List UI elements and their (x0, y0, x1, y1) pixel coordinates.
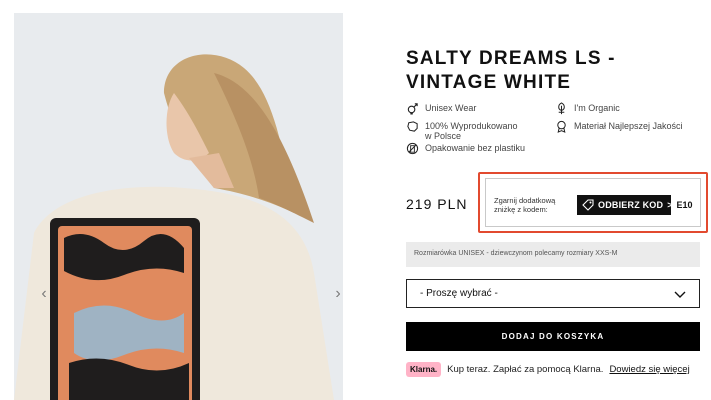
promo-box: Zgarnij dodatkową zniżkę z kodem: ODBIER… (485, 178, 701, 227)
size-select-value: - Proszę wybrać - (420, 288, 498, 299)
feature-made-in-poland: 100% Wyprodukowano w Polsce (406, 121, 525, 141)
gallery-next-arrow[interactable]: › (330, 285, 343, 303)
promo-text: Zgarnij dodatkową zniżkę z kodem: (494, 196, 556, 214)
no-plastic-icon (406, 142, 419, 155)
feature-label: Opakowanie bez plastiku (425, 143, 526, 153)
feature-organic: I'm Organic (555, 102, 674, 115)
size-note: Rozmiarówka UNISEX - dziewczynom polecam… (406, 242, 700, 267)
tag-icon (582, 199, 594, 211)
product-image: ‹ › (14, 13, 343, 400)
klarna-logo: Klarna. (406, 362, 442, 377)
product-title: SALTY DREAMS LS - VINTAGE WHITE (406, 48, 616, 93)
get-code-label: ODBIERZ KOD (598, 200, 664, 210)
gallery-prev-arrow[interactable]: ‹ (36, 285, 52, 303)
feature-quality: Materiał Najlepszej Jakości (555, 120, 711, 133)
organic-icon (558, 102, 565, 115)
product-photo (14, 13, 343, 400)
size-select[interactable]: - Proszę wybrać - (406, 279, 700, 308)
chevron-down-icon (674, 291, 686, 298)
klarna-learn-more-link[interactable]: Dowiedz się więcej (609, 364, 689, 375)
feature-no-plastic: Opakowanie bez plastiku (406, 142, 565, 155)
gender-icon (407, 103, 418, 115)
feature-unisex: Unisex Wear (406, 103, 525, 115)
klarna-text: Kup teraz. Zapłać za pomocą Klarna. (447, 364, 604, 375)
quality-badge-icon (557, 120, 566, 133)
poland-map-icon (407, 121, 418, 132)
product-price: 219 PLN (406, 196, 468, 212)
get-code-button[interactable]: ODBIERZ KOD > E10 (577, 195, 699, 215)
feature-label: Unisex Wear (425, 103, 477, 113)
feature-label: I'm Organic (574, 103, 620, 113)
feature-label: 100% Wyprodukowano w Polsce (425, 121, 518, 141)
feature-label: Materiał Najlepszej Jakości (574, 121, 683, 131)
add-to-cart-button[interactable]: DODAJ DO KOSZYKA (406, 322, 700, 351)
promo-code-preview: E10 (671, 195, 699, 215)
klarna-info: Klarna. Kup teraz. Zapłać za pomocą Klar… (406, 362, 690, 377)
promo-highlight: Zgarnij dodatkową zniżkę z kodem: ODBIER… (478, 172, 708, 233)
